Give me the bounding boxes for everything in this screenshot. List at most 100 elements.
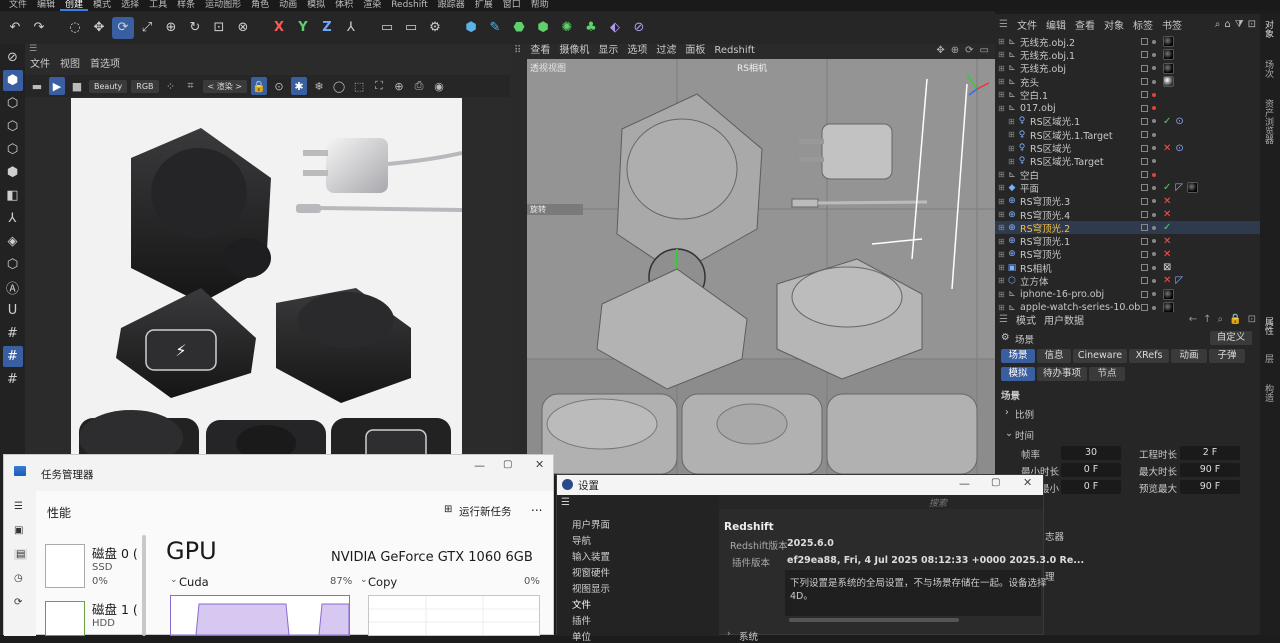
minimize-icon[interactable]: —	[474, 459, 485, 472]
reset-rotate-icon[interactable]: ↻	[184, 17, 206, 39]
disk0-name[interactable]: 磁盘 0 (	[92, 543, 138, 562]
target-tag-icon[interactable]: ⊙	[1175, 143, 1183, 154]
hamburger-icon[interactable]: ☰	[561, 497, 570, 508]
layer-flag-icon[interactable]	[1141, 64, 1148, 72]
material-tag-icon[interactable]	[1187, 182, 1199, 194]
settings-nav-ui[interactable]: 用户界面	[572, 517, 610, 531]
lock-icon[interactable]: 🔒	[251, 77, 268, 95]
tab-info[interactable]: 信息	[1037, 349, 1071, 363]
settings-nav-plugins[interactable]: 插件	[572, 613, 591, 627]
chevron-down-icon[interactable]: ⌄	[170, 575, 178, 585]
visibility-dot-icon[interactable]	[1152, 146, 1156, 151]
maximize-icon[interactable]: ▢	[991, 477, 1000, 488]
visibility-dot-icon[interactable]	[1152, 292, 1156, 297]
layer-flag-icon[interactable]	[1141, 211, 1148, 218]
circle-select-icon[interactable]: ◯	[331, 77, 347, 95]
render-view-icon[interactable]: ▭	[376, 17, 398, 39]
project-length-field[interactable]: 2 F	[1180, 446, 1240, 460]
tab-bullet[interactable]: 子弹	[1209, 349, 1245, 363]
settings-nav-navigation[interactable]: 导航	[572, 533, 591, 547]
menu-item[interactable]: 跟踪器	[433, 0, 470, 11]
close-icon[interactable]: ✕	[1023, 476, 1032, 489]
layer-flag-icon[interactable]	[1141, 171, 1148, 179]
tab-objects[interactable]: 对象	[1262, 20, 1275, 38]
viewport-menu-view[interactable]: 查看	[530, 44, 550, 58]
menu-item[interactable]: 创建	[60, 0, 89, 11]
material-tag-icon[interactable]	[1163, 49, 1174, 61]
layer-flag-icon[interactable]	[1141, 224, 1148, 232]
visibility-dot-icon[interactable]	[1152, 172, 1156, 177]
menu-item[interactable]: 窗口	[498, 0, 526, 11]
expand-icon[interactable]: ⊞	[998, 237, 1006, 246]
menu-item[interactable]: 模式	[88, 0, 116, 11]
expand-icon[interactable]: ⊞	[998, 50, 1006, 59]
magnet-icon[interactable]: U	[3, 300, 23, 321]
menu-item[interactable]: 运动图形	[200, 0, 246, 11]
field-icon[interactable]: ♣	[580, 17, 602, 39]
expand-icon[interactable]: ⊞	[1008, 130, 1016, 139]
viewport-menu-filter[interactable]: 过滤	[656, 44, 676, 58]
tab-takes[interactable]: 场次	[1262, 60, 1275, 78]
copy-label[interactable]: Copy	[368, 575, 397, 589]
visibility-dot-icon[interactable]	[1152, 132, 1156, 137]
layer-flag-icon[interactable]	[1141, 290, 1148, 298]
object-name[interactable]: RS区域光.1	[1030, 114, 1150, 128]
material-tag-icon[interactable]	[1163, 62, 1174, 74]
lock-icon[interactable]: 🔒	[1229, 314, 1241, 325]
material-tag-icon[interactable]	[1163, 76, 1174, 88]
grid-snap-icon[interactable]: #	[2, 346, 23, 367]
object-name[interactable]: RS相机	[1020, 261, 1140, 275]
disk1-thumbnail[interactable]	[45, 601, 85, 636]
run-new-task-button[interactable]: 运行新任务	[459, 504, 512, 519]
cloner-icon[interactable]: ⬢	[532, 17, 554, 39]
object-name[interactable]: 平面	[1020, 181, 1140, 195]
app-history-icon[interactable]: ◷	[14, 573, 23, 584]
maximize-icon[interactable]: ▢	[503, 459, 512, 470]
visibility-dot-icon[interactable]	[1152, 106, 1156, 111]
visibility-dot-icon[interactable]	[1152, 239, 1156, 244]
menu-item[interactable]: 角色	[246, 0, 274, 11]
expand-icon[interactable]: ⊞	[998, 104, 1006, 113]
layer-flag-icon[interactable]	[1141, 38, 1148, 46]
chevron-right-icon[interactable]: ›	[727, 629, 731, 639]
group-ratio[interactable]: 比例	[1015, 407, 1034, 421]
settings-scrollbar[interactable]	[789, 618, 959, 622]
object-row[interactable]: ⊞ ⬡ 立方体 ✕ ◸	[995, 274, 1260, 288]
chevron-down-icon[interactable]: ⌄	[360, 575, 368, 585]
expand-icon[interactable]: ⊞	[998, 223, 1006, 232]
edges-mode-icon[interactable]: ⬡	[3, 139, 23, 160]
settings-nav-units[interactable]: 单位	[572, 629, 591, 643]
object-name[interactable]: 空白.1	[1020, 88, 1140, 102]
object-row[interactable]: ⊞ ⊾ 017.obj	[995, 101, 1260, 114]
settings-nav-view-display[interactable]: 视图显示	[572, 581, 610, 595]
material-tag-icon[interactable]	[1163, 36, 1174, 48]
menu-view[interactable]: 视图	[60, 59, 80, 71]
layer-flag-icon[interactable]	[1141, 144, 1148, 152]
uv-mode-icon[interactable]: ◧	[3, 185, 23, 206]
cross-icon[interactable]: ✕	[1163, 236, 1171, 247]
om-menu-bookmarks[interactable]: 书签	[1162, 17, 1182, 32]
visibility-dot-icon[interactable]	[1152, 278, 1156, 283]
menu-item[interactable]: 扩展	[470, 0, 498, 11]
filter-icon[interactable]: ⧩	[1235, 19, 1244, 30]
object-name[interactable]: RS区域光.1.Target	[1030, 128, 1150, 142]
environment-icon[interactable]: ⬖	[604, 17, 626, 39]
layer-flag-icon[interactable]	[1141, 304, 1148, 312]
check-icon[interactable]: ✓	[1163, 182, 1171, 193]
camera-tool-icon[interactable]: ⊘	[628, 17, 650, 39]
layer-flag-icon[interactable]	[1141, 250, 1148, 258]
new-window-icon[interactable]: ⊡	[1248, 19, 1256, 30]
cuda-label[interactable]: Cuda	[179, 575, 209, 589]
menu-item[interactable]: 帮助	[526, 0, 554, 11]
object-name[interactable]: iphone-16-pro.obj	[1020, 289, 1140, 300]
y-axis-lock-icon[interactable]: Y	[292, 17, 314, 39]
om-menu-object[interactable]: 对象	[1104, 17, 1124, 32]
expand-icon[interactable]: ⊞	[998, 210, 1006, 219]
subdivision-icon[interactable]: ⬣	[508, 17, 530, 39]
object-row[interactable]: ⊞ ⊾ iphone-16-pro.obj	[995, 288, 1260, 301]
move-icon[interactable]: ✥	[88, 17, 110, 39]
deformer-icon[interactable]: ✺	[556, 17, 578, 39]
flag-tag-icon[interactable]: ◸	[1175, 275, 1183, 286]
protection-tag-icon[interactable]: ⊠	[1163, 262, 1171, 273]
expand-icon[interactable]: ⊞	[998, 170, 1006, 179]
